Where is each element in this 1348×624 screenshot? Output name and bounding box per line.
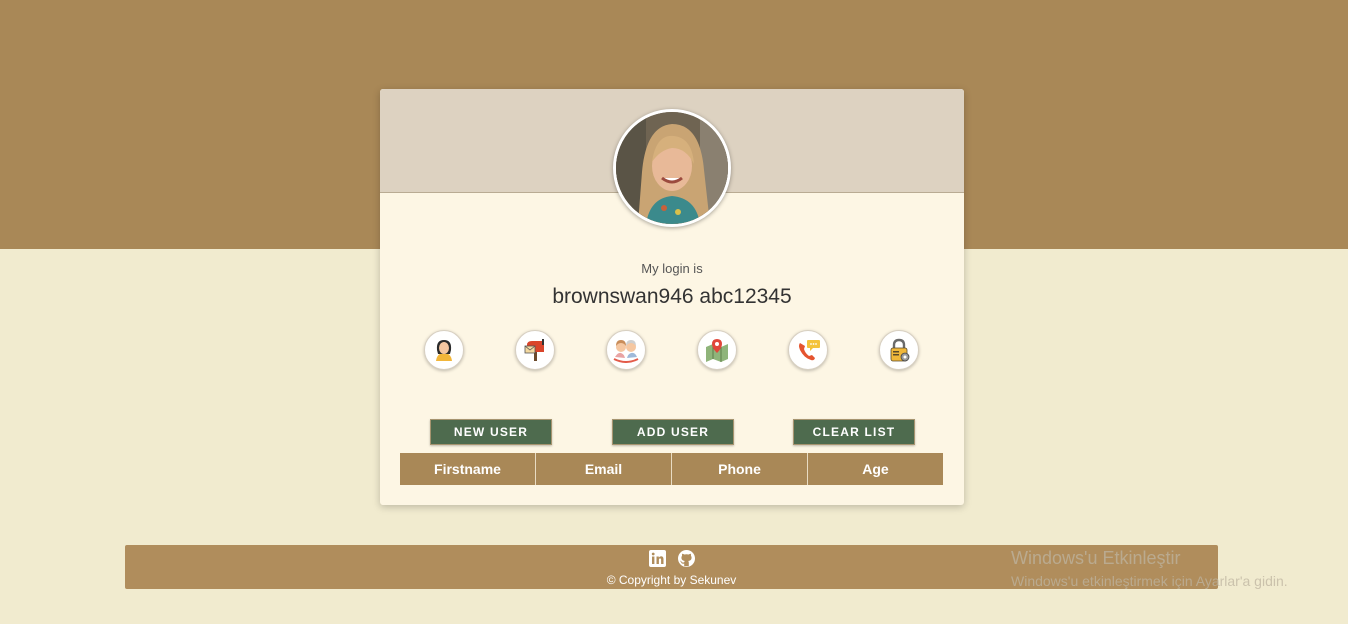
clear-list-button[interactable]: CLEAR LIST [793,419,915,445]
couple-age-icon[interactable] [606,330,646,370]
padlock-icon[interactable] [879,330,919,370]
woman-avatar-icon[interactable] [424,330,464,370]
users-table-header: Firstname Email Phone Age [400,453,943,485]
map-location-icon[interactable] [697,330,737,370]
add-user-button[interactable]: ADD USER [612,419,734,445]
login-value: brownswan946 abc12345 [552,285,792,308]
user-card: My login is brownswan946 abc12345 NEW US… [380,89,964,505]
github-icon[interactable] [677,550,695,567]
phone-chat-icon[interactable] [788,330,828,370]
column-header-email: Email [536,453,672,485]
column-header-phone: Phone [672,453,808,485]
user-avatar [613,109,731,227]
windows-activation-title: Windows'u Etkinleştir [1011,548,1181,568]
info-icon-row [424,330,920,370]
column-header-firstname: Firstname [400,453,536,485]
mailbox-icon[interactable] [515,330,555,370]
login-label: My login is [641,261,703,276]
windows-activation-subtitle: Windows'u etkinleştirmek için Ayarlar'a … [1011,573,1288,589]
linkedin-icon[interactable] [648,550,666,567]
new-user-button[interactable]: NEW USER [430,419,552,445]
column-header-age: Age [862,461,889,477]
